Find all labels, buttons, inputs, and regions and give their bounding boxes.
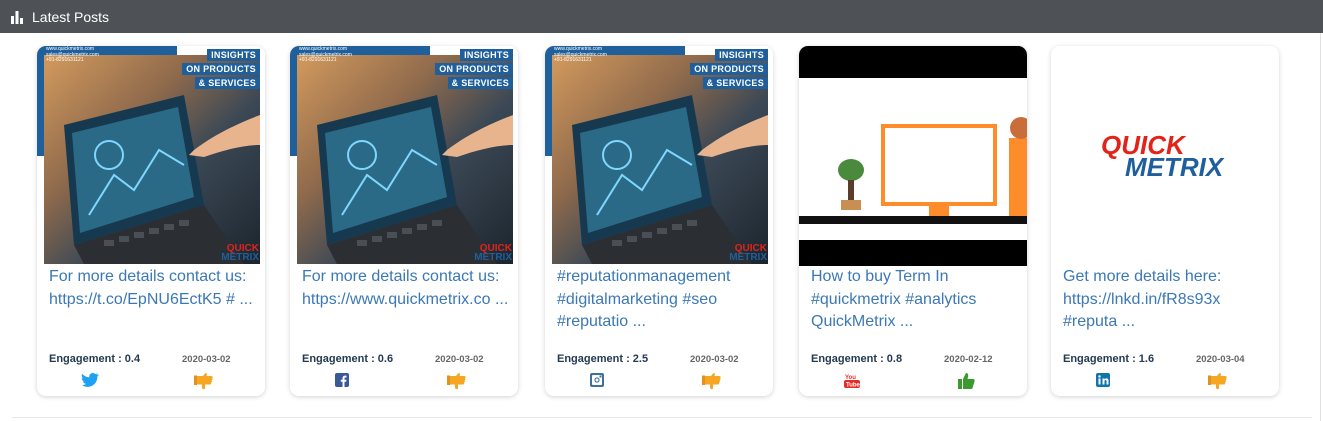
promo-tag-line: INSIGHTS — [715, 49, 768, 61]
engagement-label: Engagement : 0.4 — [49, 353, 141, 365]
promo-contact: www.quickmetrix.com sales@quickmetrix.co… — [46, 46, 99, 64]
logo-line: METRIX — [1125, 152, 1224, 182]
thumb-orange-icon[interactable] — [1207, 372, 1229, 390]
thumb-green-icon[interactable] — [955, 372, 977, 390]
quickmetrix-logo: QUICK METRIX — [1101, 132, 1224, 182]
bar-chart-icon — [11, 10, 23, 24]
post-card[interactable]: How to buy Term In #quickmetrix #analyti… — [799, 46, 1027, 396]
engagement-label: Engagement : 2.5 — [557, 353, 649, 365]
post-card[interactable]: QUICK METRIX Get more details here: http… — [1051, 46, 1279, 396]
latest-posts-panel: Latest Posts www.quickmetrix.com sales@q… — [0, 0, 1323, 421]
promo-tag-line: & SERVICES — [702, 77, 768, 89]
panel-header: Latest Posts — [0, 0, 1323, 33]
post-card[interactable]: www.quickmetrix.com sales@quickmetrix.co… — [545, 46, 773, 396]
logo-line: METRIX — [474, 252, 512, 263]
svg-text:Tube: Tube — [846, 383, 861, 389]
post-card[interactable]: www.quickmetrix.com sales@quickmetrix.co… — [37, 46, 265, 396]
thumb-orange-icon[interactable] — [446, 372, 468, 390]
promo-phone: +91-8291631121 — [46, 57, 84, 63]
promo-image[interactable]: www.quickmetrix.com sales@quickmetrix.co… — [545, 46, 773, 266]
post-caption-link[interactable]: #reputationmanagement #digitalmarketing … — [557, 266, 765, 334]
post-date: 2020-03-02 — [690, 354, 739, 365]
panel-title: Latest Posts — [32, 8, 110, 25]
twitter-icon[interactable] — [81, 372, 99, 388]
promo-phone: +91-8291631121 — [299, 57, 337, 63]
linkedin-icon[interactable] — [1095, 372, 1113, 388]
promo-contact: www.quickmetrix.com sales@quickmetrix.co… — [299, 46, 352, 64]
promo-tag-line: & SERVICES — [447, 77, 513, 89]
promo-image[interactable]: www.quickmetrix.com sales@quickmetrix.co… — [37, 46, 265, 266]
quickmetrix-logo: QUICK METRIX — [474, 244, 512, 263]
engagement-label: Engagement : 0.8 — [811, 353, 903, 365]
promo-tag-line: & SERVICES — [194, 77, 260, 89]
thumb-orange-icon[interactable] — [193, 372, 215, 390]
promo-tag-line: ON PRODUCTS — [690, 63, 768, 75]
divider — [12, 417, 1312, 418]
post-caption-link[interactable]: For more details contact us: https://www… — [302, 266, 510, 311]
post-caption-link[interactable]: How to buy Term In #quickmetrix #analyti… — [811, 266, 1019, 334]
promo-contact: www.quickmetrix.com sales@quickmetrix.co… — [554, 46, 607, 64]
post-date: 2020-03-02 — [182, 354, 231, 365]
instagram-icon[interactable] — [589, 372, 607, 388]
post-date: 2020-02-12 — [944, 354, 993, 365]
youtube-icon[interactable]: You Tube — [843, 372, 861, 389]
promo-tag-line: INSIGHTS — [207, 49, 260, 61]
promo-image[interactable]: www.quickmetrix.com sales@quickmetrix.co… — [290, 46, 518, 266]
promo-phone: +91-8291631121 — [554, 57, 592, 63]
logo-line: METRIX — [729, 252, 767, 263]
thumb-orange-icon[interactable] — [701, 372, 723, 390]
engagement-label: Engagement : 0.6 — [302, 353, 394, 365]
facebook-icon[interactable] — [334, 372, 352, 388]
post-card[interactable]: www.quickmetrix.com sales@quickmetrix.co… — [290, 46, 518, 396]
quickmetrix-logo: QUICK METRIX — [221, 244, 259, 263]
scroll-edge — [1320, 33, 1321, 421]
quickmetrix-logo: QUICK METRIX — [729, 244, 767, 263]
promo-tag-line: ON PRODUCTS — [182, 63, 260, 75]
post-date: 2020-03-02 — [435, 354, 484, 365]
promo-tag-line: ON PRODUCTS — [435, 63, 513, 75]
video-illustration — [799, 78, 1027, 240]
video-thumbnail[interactable] — [799, 46, 1027, 266]
logo-line: METRIX — [221, 252, 259, 263]
post-caption-link[interactable]: For more details contact us: https://t.c… — [49, 266, 257, 311]
engagement-label: Engagement : 1.6 — [1063, 353, 1155, 365]
logo-image[interactable]: QUICK METRIX — [1051, 46, 1279, 266]
promo-tag-line: INSIGHTS — [460, 49, 513, 61]
post-caption-link[interactable]: Get more details here: https://lnkd.in/f… — [1063, 266, 1271, 334]
post-date: 2020-03-04 — [1196, 354, 1245, 365]
